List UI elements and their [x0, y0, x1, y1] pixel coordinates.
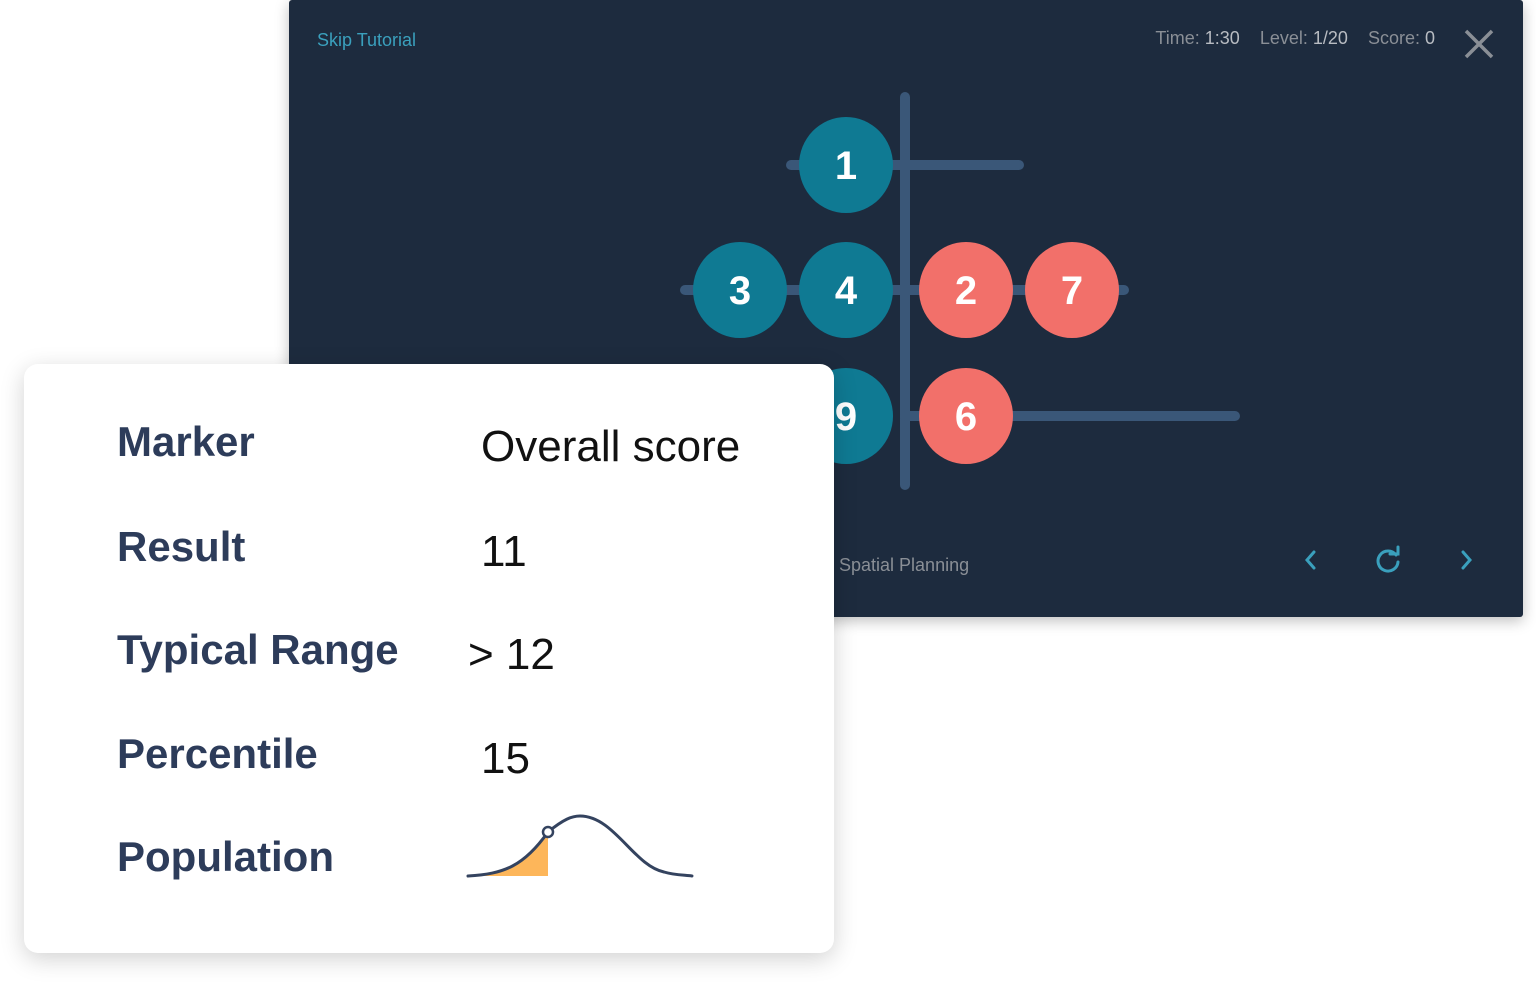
result-value: 11: [481, 527, 527, 576]
ball-label: 9: [835, 395, 857, 439]
ball-4[interactable]: 4: [799, 242, 893, 338]
ball-label: 2: [955, 269, 977, 313]
ball-label: 7: [1061, 269, 1083, 313]
chevron-left-icon[interactable]: [1295, 544, 1327, 576]
marker-label: Marker: [117, 418, 255, 465]
marker-value: Overall score: [481, 422, 741, 471]
skip-tutorial-link[interactable]: Skip Tutorial: [317, 30, 416, 51]
chevron-right-icon[interactable]: [1450, 544, 1482, 576]
population-label: Population: [117, 833, 334, 880]
game-stats: Time: 1:30 Level: 1/20 Score: 0: [1155, 28, 1435, 49]
typical-range-label: Typical Range: [117, 626, 399, 673]
game-name: Spatial Planning: [839, 555, 970, 575]
ball-label: 4: [835, 269, 858, 313]
population-curve: [466, 814, 694, 878]
time-stat: Time: 1:30: [1155, 28, 1240, 48]
close-icon[interactable]: [1463, 28, 1495, 60]
score-stat: Score: 0: [1367, 28, 1435, 48]
ball-label: 1: [835, 144, 857, 188]
ball-2[interactable]: 2: [919, 242, 1013, 338]
percentile-label: Percentile: [117, 730, 318, 777]
ball-3[interactable]: 3: [693, 242, 787, 338]
distribution-line: [466, 814, 694, 878]
percentile-value: 15: [481, 734, 530, 783]
ball-label: 3: [729, 269, 751, 313]
results-card: Marker Overall score Result 11 Typical R…: [24, 364, 834, 953]
result-marker: [541, 825, 555, 839]
ball-label: 6: [955, 395, 977, 439]
restart-icon[interactable]: [1372, 544, 1404, 576]
result-label: Result: [117, 523, 246, 570]
level-stat: Level: 1/20: [1259, 28, 1348, 48]
ball-1[interactable]: 1: [799, 117, 893, 213]
ball-7[interactable]: 7: [1025, 242, 1119, 338]
ball-6[interactable]: 6: [919, 368, 1013, 464]
typical-range-value: > 12: [468, 630, 555, 679]
